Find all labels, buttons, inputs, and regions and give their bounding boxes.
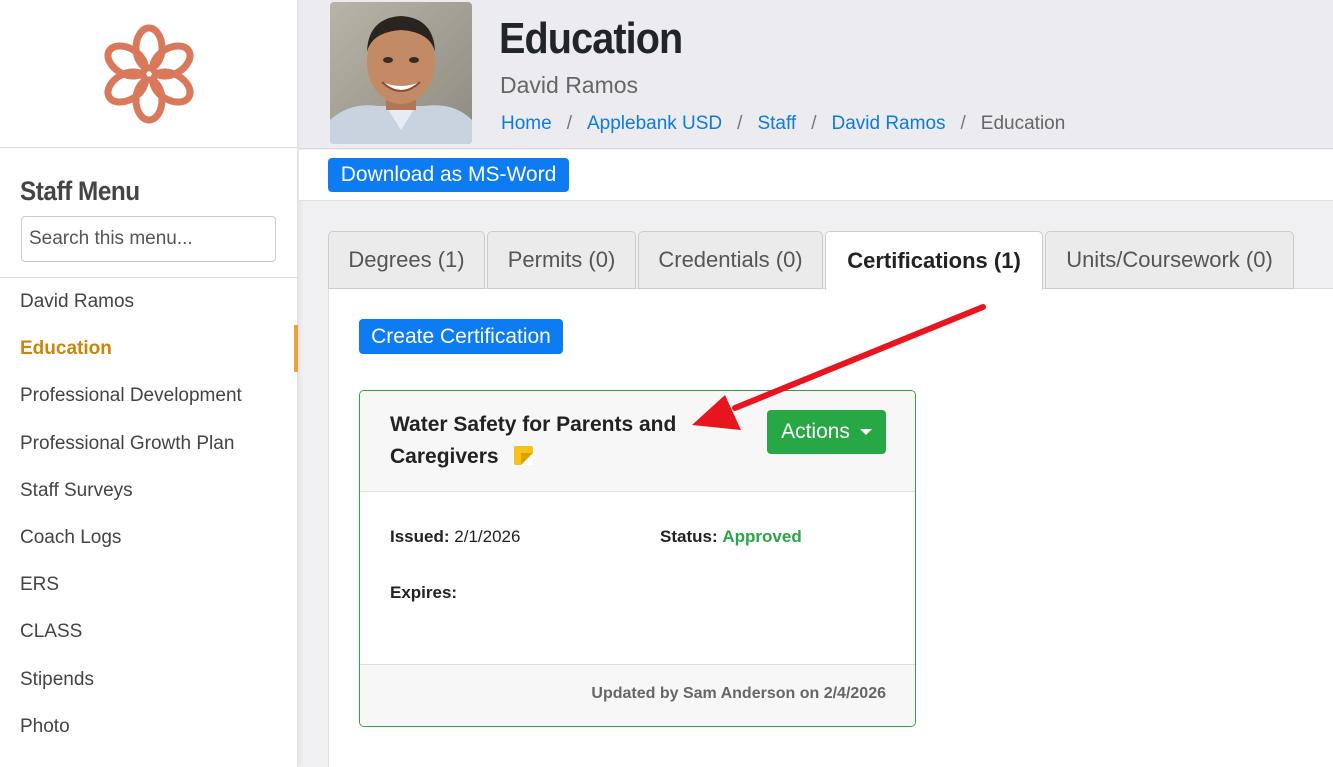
- breadcrumb-separator: /: [737, 113, 743, 134]
- issued-value: 2/1/2026: [454, 527, 521, 546]
- menu-search-input[interactable]: [21, 216, 276, 262]
- sidebar-item-david-ramos[interactable]: David Ramos: [0, 278, 298, 325]
- menu-title: Staff Menu: [20, 176, 140, 206]
- page-header: Education David Ramos Home / Applebank U…: [299, 0, 1333, 149]
- breadcrumb-home[interactable]: Home: [501, 113, 552, 135]
- certification-title: Water Safety for Parents and Caregivers: [390, 409, 720, 473]
- breadcrumb-district[interactable]: Applebank USD: [587, 113, 722, 135]
- breadcrumb-separator: /: [811, 113, 817, 134]
- breadcrumb: Home / Applebank USD / Staff / David Ram…: [501, 113, 1065, 135]
- tab-units-coursework[interactable]: Units/Coursework (0): [1045, 231, 1294, 289]
- issued-field: Issued: 2/1/2026: [390, 527, 520, 547]
- sidebar-item-professional-development[interactable]: Professional Development: [0, 372, 298, 419]
- actions-label: Actions: [781, 420, 850, 443]
- sidebar-item-professional-growth-plan[interactable]: Professional Growth Plan: [0, 420, 298, 467]
- sidebar-item-education[interactable]: Education: [0, 325, 298, 373]
- card-header: Water Safety for Parents and Caregivers …: [360, 391, 915, 492]
- caret-down-icon: [859, 429, 872, 435]
- breadcrumb-current: Education: [980, 113, 1066, 134]
- sticky-note-icon[interactable]: [513, 446, 533, 465]
- actions-dropdown-button[interactable]: Actions: [767, 410, 886, 454]
- status-field: Status: Approved: [660, 527, 802, 547]
- expires-field: Expires:: [390, 583, 457, 603]
- sidebar-menu: David Ramos Education Professional Devel…: [0, 278, 298, 750]
- create-certification-button[interactable]: Create Certification: [359, 319, 563, 354]
- breadcrumb-separator: /: [960, 113, 966, 134]
- status-badge: Approved: [722, 527, 802, 546]
- certification-title-text: Water Safety for Parents and Caregivers: [390, 413, 677, 468]
- sidebar-item-photo[interactable]: Photo: [0, 703, 298, 750]
- sidebar: Staff Menu David Ramos Education Profess…: [0, 0, 298, 767]
- download-word-button[interactable]: Download as MS-Word: [328, 158, 569, 192]
- avatar: [330, 2, 472, 144]
- page-title: Education: [499, 14, 683, 63]
- logo-area: [0, 0, 297, 148]
- tab-certifications[interactable]: Certifications (1): [825, 231, 1043, 290]
- card-footer: Updated by Sam Anderson on 2/4/2026: [360, 664, 915, 726]
- tab-credentials[interactable]: Credentials (0): [638, 231, 823, 289]
- education-tabs: Degrees (1) Permits (0) Credentials (0) …: [328, 231, 1296, 290]
- sidebar-item-coach-logs[interactable]: Coach Logs: [0, 514, 298, 561]
- expires-label: Expires:: [390, 583, 458, 602]
- page-subtitle: David Ramos: [500, 72, 639, 98]
- sidebar-item-stipends[interactable]: Stipends: [0, 656, 298, 703]
- breadcrumb-person[interactable]: David Ramos: [831, 113, 945, 135]
- sidebar-item-staff-surveys[interactable]: Staff Surveys: [0, 467, 298, 514]
- issued-label: Issued:: [390, 527, 450, 546]
- flower-logo-icon[interactable]: [99, 22, 199, 126]
- tab-degrees[interactable]: Degrees (1): [328, 231, 485, 289]
- avatar-photo: [330, 2, 472, 144]
- breadcrumb-separator: /: [566, 113, 572, 134]
- tab-permits[interactable]: Permits (0): [487, 231, 636, 289]
- sidebar-item-ers[interactable]: ERS: [0, 561, 298, 608]
- certification-card: Water Safety for Parents and Caregivers …: [359, 390, 916, 727]
- updated-by-text: Updated by Sam Anderson on 2/4/2026: [591, 685, 886, 702]
- toolbar: Download as MS-Word: [299, 150, 1333, 201]
- status-label: Status:: [660, 527, 718, 546]
- breadcrumb-staff[interactable]: Staff: [757, 113, 796, 135]
- sidebar-item-class[interactable]: CLASS: [0, 608, 298, 655]
